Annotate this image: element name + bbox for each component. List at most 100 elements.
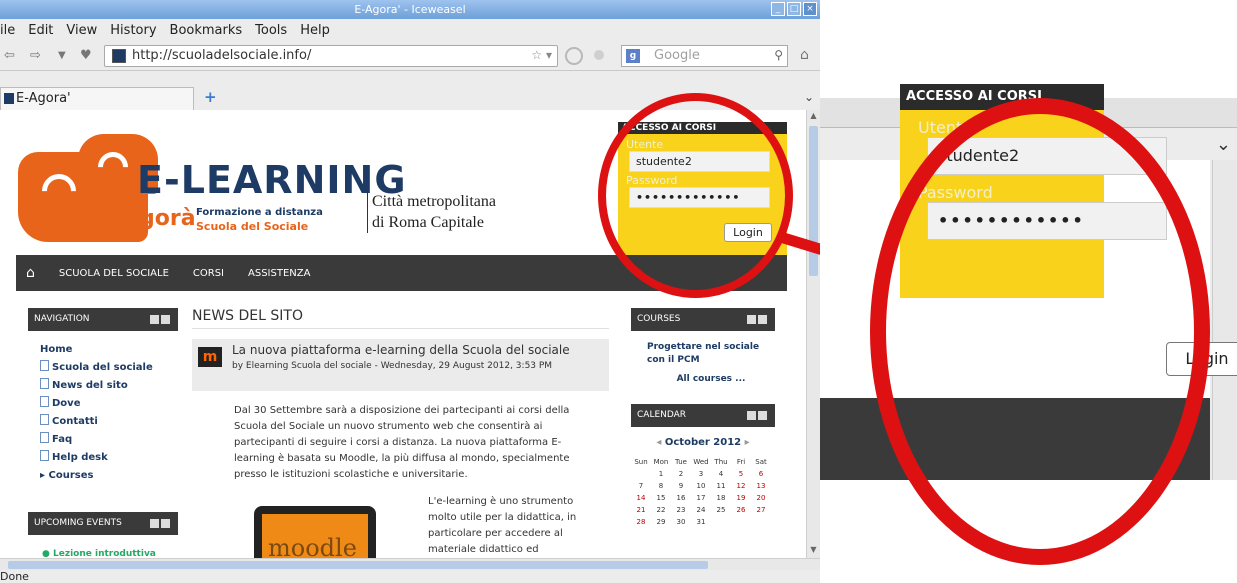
menu-bookmarks[interactable]: Bookmarks [170, 23, 243, 38]
site-home-icon[interactable]: ⌂ [26, 265, 35, 281]
course-item[interactable]: Progettare nel sociale con il PCM [647, 341, 775, 367]
block-controls-icon[interactable] [747, 411, 769, 420]
nav-assistenza[interactable]: ASSISTENZA [248, 268, 310, 279]
back-icon[interactable]: ⇦ [4, 48, 15, 63]
menu-edit[interactable]: Edit [28, 23, 53, 38]
calendar-day[interactable]: 5 [731, 468, 751, 480]
event-item[interactable]: ● Lezione introduttiva [28, 535, 178, 558]
home-icon[interactable]: ⌂ [800, 47, 809, 63]
horizontal-scrollbar[interactable] [0, 558, 820, 570]
calendar-day[interactable]: 4 [711, 468, 731, 480]
nav-item-helpdesk[interactable]: Help desk [40, 449, 178, 467]
page-icon [40, 414, 49, 425]
search-engine-icon[interactable]: g [626, 49, 640, 63]
nav-item-courses[interactable]: ▸ Courses [40, 467, 178, 485]
nav-corsi[interactable]: CORSI [193, 268, 224, 279]
minimize-button[interactable]: _ [771, 2, 785, 16]
navigation-block: NAVIGATION Home Scuola del sociale News … [28, 308, 178, 485]
calendar-day[interactable]: 17 [691, 492, 711, 504]
calendar-day[interactable]: 18 [711, 492, 731, 504]
menu-history[interactable]: History [110, 23, 156, 38]
calendar-day[interactable]: 28 [631, 516, 651, 528]
navigation-header: NAVIGATION [28, 308, 178, 331]
calendar-day[interactable]: 29 [651, 516, 671, 528]
forward-icon[interactable]: ⇨ [30, 48, 41, 63]
status-bar: Done [0, 570, 820, 583]
calendar-day[interactable]: 10 [691, 480, 711, 492]
stop-icon[interactable] [594, 50, 604, 60]
url-text[interactable]: http://scuoladelsociale.info/ [132, 48, 311, 63]
hscroll-thumb[interactable] [8, 561, 708, 569]
close-button[interactable]: × [803, 2, 817, 16]
block-controls-icon[interactable] [150, 315, 172, 324]
calendar-day[interactable]: 27 [751, 504, 771, 516]
nav-item-contatti[interactable]: Contatti [40, 413, 178, 431]
calendar-day[interactable]: 26 [731, 504, 751, 516]
bookmark-icon[interactable]: ♥ [80, 48, 92, 63]
calendar-day[interactable]: 15 [651, 492, 671, 504]
nav-item-faq[interactable]: Faq [40, 431, 178, 449]
nav-item-news[interactable]: News del sito [40, 377, 178, 395]
menu-tools[interactable]: Tools [255, 23, 287, 38]
upcoming-header: UPCOMING EVENTS [28, 512, 178, 535]
history-dropdown-icon[interactable]: ▼ [58, 50, 66, 61]
calendar-day[interactable]: 3 [691, 468, 711, 480]
calendar-day[interactable]: 23 [671, 504, 691, 516]
calendar-day[interactable]: 8 [651, 480, 671, 492]
nav-item-home[interactable]: Home [40, 341, 178, 359]
calendar-day[interactable]: 31 [691, 516, 711, 528]
search-box[interactable]: g Google ⚲ [621, 45, 788, 67]
star-icon[interactable]: ☆ ▾ [531, 48, 552, 62]
calendar-day[interactable]: 30 [671, 516, 691, 528]
calendar-day[interactable]: 21 [631, 504, 651, 516]
block-controls-icon[interactable] [747, 315, 769, 324]
calendar-day[interactable]: 14 [631, 492, 651, 504]
calendar-week: 7 8 9 10 11 12 13 [631, 480, 775, 492]
calendar-day[interactable]: 16 [671, 492, 691, 504]
maximize-button[interactable]: □ [787, 2, 801, 16]
calendar-day[interactable] [631, 468, 651, 480]
navigation-toolbar: ⇦ ⇨ ▼ ♥ http://scuoladelsociale.info/ ☆ … [0, 41, 820, 71]
calendar-day[interactable]: 12 [731, 480, 751, 492]
menu-file[interactable]: ile [0, 23, 15, 38]
reload-icon[interactable] [565, 47, 583, 65]
weekday: Thu [714, 458, 728, 466]
next-month-icon[interactable]: ▸ [741, 437, 750, 448]
sidebar-right: COURSES Progettare nel sociale con il PC… [631, 308, 775, 528]
calendar-day[interactable]: 13 [751, 480, 771, 492]
post-byline: by Elearning Scuola del sociale - Wednes… [232, 361, 553, 371]
search-placeholder[interactable]: Google [654, 48, 700, 63]
weekday: Sat [755, 458, 767, 466]
page-icon [40, 396, 49, 407]
menu-view[interactable]: View [66, 23, 97, 38]
menu-help[interactable]: Help [300, 23, 330, 38]
calendar-day[interactable]: 24 [691, 504, 711, 516]
nav-item-dove[interactable]: Dove [40, 395, 178, 413]
scroll-up-icon[interactable]: ▲ [808, 111, 819, 123]
scroll-down-icon[interactable]: ▼ [808, 545, 819, 557]
nav-item-scuola[interactable]: Scuola del sociale [40, 359, 178, 377]
nav-scuola[interactable]: SCUOLA DEL SOCIALE [59, 268, 169, 279]
address-bar[interactable]: http://scuoladelsociale.info/ ☆ ▾ [104, 45, 558, 67]
calendar-day[interactable]: 1 [651, 468, 671, 480]
tab-label: E-Agora' [16, 91, 71, 106]
calendar-day[interactable]: 9 [671, 480, 691, 492]
calendar-day[interactable]: 19 [731, 492, 751, 504]
tab-e-agora[interactable]: E-Agora' [0, 87, 194, 110]
calendar-day[interactable]: 11 [711, 480, 731, 492]
all-courses-link[interactable]: All courses ... [647, 373, 775, 386]
post-title[interactable]: La nuova piattaforma e-learning della Sc… [232, 343, 570, 357]
navigation-list: Home Scuola del sociale News del sito Do… [28, 331, 178, 485]
new-tab-icon[interactable]: + [204, 88, 217, 106]
tab-list-icon[interactable]: ⌄ [804, 90, 814, 104]
block-controls-icon[interactable] [150, 519, 172, 528]
calendar-day[interactable]: 7 [631, 480, 651, 492]
search-icon[interactable]: ⚲ [774, 48, 783, 62]
calendar-day[interactable]: 22 [651, 504, 671, 516]
calendar-day[interactable]: 6 [751, 468, 771, 480]
calendar-day[interactable]: 20 [751, 492, 771, 504]
calendar-day[interactable]: 25 [711, 504, 731, 516]
prev-month-icon[interactable]: ◂ [656, 437, 665, 448]
calendar-day[interactable]: 2 [671, 468, 691, 480]
vertical-scrollbar[interactable]: ▲ ▼ [806, 110, 820, 558]
